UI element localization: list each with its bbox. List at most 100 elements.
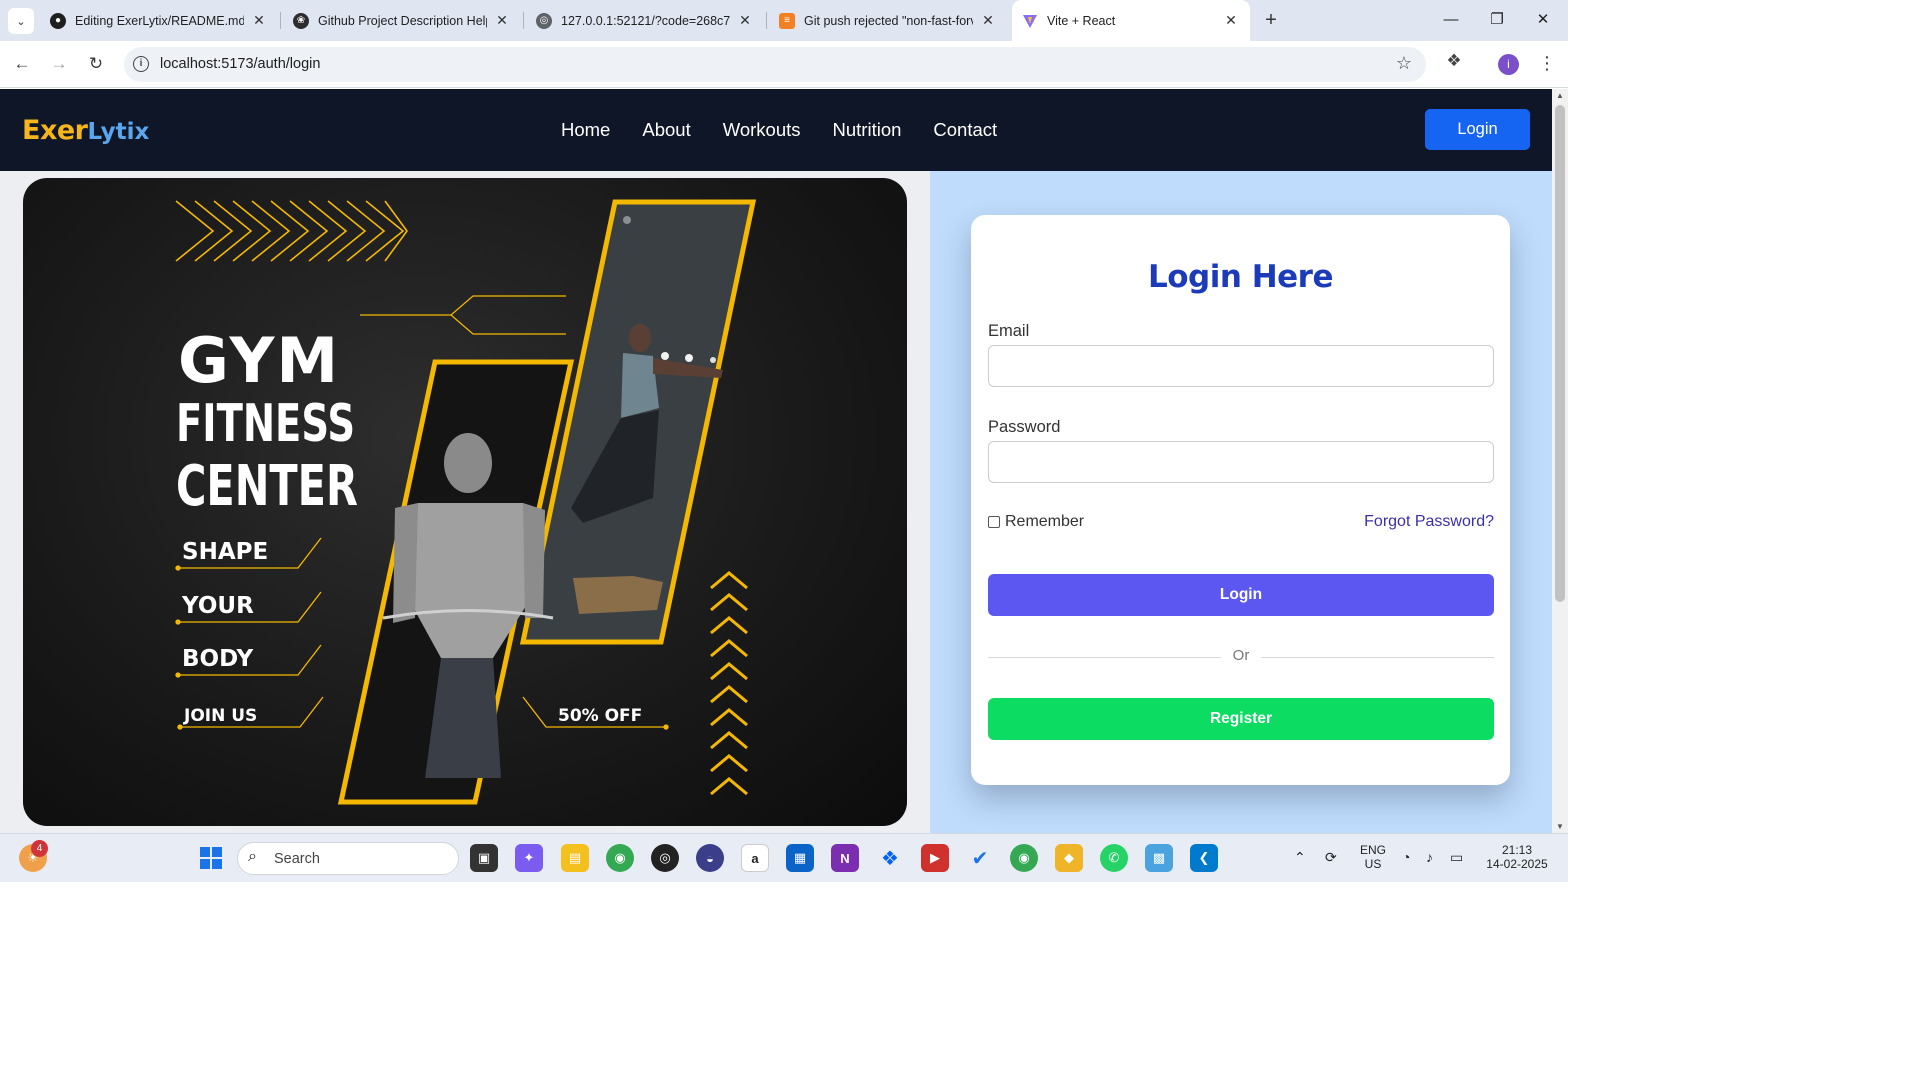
circuit-lines-decoration [360,295,566,335]
sync-icon[interactable]: ⟳ [1325,849,1337,866]
scrollbar-thumb[interactable] [1555,105,1565,602]
browser-tab-4[interactable]: ≡ Git push rejected "non-fast-forv ✕ [769,6,1007,35]
tab-separator [523,12,524,29]
chrome-icon[interactable]: ◉ [606,844,634,872]
task-view-icon[interactable]: ▣ [470,844,498,872]
site-info-icon[interactable]: i [133,56,149,72]
profile-avatar[interactable]: i [1498,54,1519,75]
browser-menu-icon[interactable]: ⋮ [1538,53,1556,74]
dropbox-icon[interactable]: ❖ [876,844,904,872]
browser-tab-1[interactable]: ● Editing ExerLytix/README.md a ✕ [40,6,278,35]
globe-icon: ◎ [536,12,552,29]
poster-tag-shape: SHAPE [182,539,269,565]
new-tab-button[interactable]: + [1259,8,1283,32]
app-diamond-icon[interactable]: ◆ [1055,844,1083,872]
logo-part-lytix: Lytix [87,119,150,145]
wifi-icon[interactable]: ◔ [1402,849,1410,865]
poster-tag-join-us: JOIN US [184,706,258,726]
battery-icon[interactable]: ▭ [1450,849,1463,866]
page-scrollbar[interactable]: ▲ ▼ [1552,89,1568,833]
close-icon[interactable]: ✕ [493,12,511,29]
remember-checkbox-row[interactable]: Remember [988,513,1084,531]
tab-separator [280,12,281,29]
onenote-icon[interactable]: N [831,844,859,872]
forgot-password-link[interactable]: Forgot Password? [1364,513,1494,531]
password-field[interactable] [988,441,1494,483]
password-label: Password [988,418,1061,436]
remember-label: Remember [1005,513,1085,530]
close-icon[interactable]: ✕ [1222,12,1240,29]
windows-taskbar: ☀ 4 ⌕ Search ▣ ✦ ▤ ◉ ◎ ◒ a ▦ N ❖ ▶ ✔ ◉ ◆… [0,833,1568,882]
browser-tab-5-active[interactable]: Vite + React ✕ [1012,0,1250,41]
close-icon[interactable]: ✕ [736,12,754,29]
tab-title: Vite + React [1047,13,1116,28]
tab-title: Editing ExerLytix/README.md a [75,13,244,28]
poster-offer: 50% OFF [558,706,643,726]
register-button[interactable]: Register [988,698,1494,740]
clock-date: 14-02-2025 [1486,857,1548,871]
taskbar-search-box[interactable]: ⌕ Search [237,842,459,875]
nav-link-about[interactable]: About [642,119,690,141]
eclipse-icon[interactable]: ◒ [696,844,724,872]
chrome-profile-icon[interactable]: ◉ [1010,844,1038,872]
keyboard-region: US [1364,857,1382,871]
search-placeholder: Search [274,851,320,867]
nav-link-home[interactable]: Home [561,119,610,141]
or-divider: Or [988,647,1494,667]
bookmark-star-icon[interactable]: ☆ [1396,53,1412,74]
volume-icon[interactable]: ♪ [1426,849,1433,865]
stackoverflow-icon: ≡ [779,12,795,29]
divider-line-right [1261,657,1494,658]
language-indicator[interactable]: ENG US [1356,843,1390,871]
tab-search-button[interactable]: ⌄ [8,8,34,34]
clock-time: 21:13 [1501,843,1533,857]
url-text[interactable]: localhost:5173/auth/login [160,56,320,72]
tab-title: 127.0.0.1:52121/?code=268c70 [561,13,730,28]
nav-login-button[interactable]: Login [1425,109,1530,150]
gym-poster-image: GYM FITNESS CENTER SHAPE YOUR BODY JOIN … [23,178,907,826]
nav-link-nutrition[interactable]: Nutrition [833,119,902,141]
hero-image-panel: GYM FITNESS CENTER SHAPE YOUR BODY JOIN … [0,171,930,833]
login-panel: Login Here Email Password Remember Forgo… [930,171,1552,833]
language-code: ENG [1359,843,1386,857]
windows-start-icon[interactable] [197,844,225,872]
chatgpt-icon: ❀ [293,12,309,29]
url-omnibox[interactable]: i localhost:5173/auth/login ☆ [124,47,1426,82]
vscode-icon[interactable]: ❮ [1190,844,1218,872]
scroll-up-icon[interactable]: ▲ [1555,91,1565,100]
scroll-down-icon[interactable]: ▼ [1555,822,1565,831]
restore-icon[interactable]: ❐ [1474,0,1520,41]
back-arrow-icon[interactable]: ← [9,51,35,77]
window-close-icon[interactable]: ✕ [1520,0,1566,41]
copilot-icon[interactable]: ✦ [515,844,543,872]
login-card: Login Here Email Password Remember Forgo… [971,215,1510,785]
remember-checkbox[interactable] [988,516,1000,528]
nav-link-contact[interactable]: Contact [933,119,997,141]
browser-tab-2[interactable]: ❀ Github Project Description Help ✕ [283,6,521,35]
close-icon[interactable]: ✕ [250,12,268,29]
microsoft-store-icon[interactable]: ▦ [786,844,814,872]
email-field[interactable] [988,345,1494,387]
reload-icon[interactable]: ↻ [83,51,109,77]
forward-arrow-icon[interactable]: → [46,51,72,77]
login-submit-button[interactable]: Login [988,574,1494,616]
login-title: Login Here [1147,259,1334,295]
whatsapp-icon[interactable]: ✆ [1100,844,1128,872]
file-explorer-icon[interactable]: ▤ [561,844,589,872]
tray-chevron-up-icon[interactable]: ⌃ [1294,849,1306,866]
close-icon[interactable]: ✕ [979,12,997,29]
poster-tag-your: YOUR [182,593,254,619]
control-panel-icon[interactable]: ▩ [1145,844,1173,872]
nav-link-workouts[interactable]: Workouts [723,119,801,141]
extensions-puzzle-icon[interactable]: ❖ [1443,51,1465,73]
address-bar-row: ← → ↻ i localhost:5173/auth/login ☆ [0,41,1568,88]
site-logo[interactable]: ExerLytix [22,115,149,146]
clock[interactable]: 21:13 14-02-2025 [1478,843,1556,871]
media-player-icon[interactable]: ▶ [921,844,949,872]
todo-check-icon[interactable]: ✔ [966,844,994,872]
amazon-icon[interactable]: a [741,844,769,872]
minimize-icon[interactable]: — [1428,0,1474,41]
poster-tag-body: BODY [182,646,254,672]
browser-tab-3[interactable]: ◎ 127.0.0.1:52121/?code=268c70 ✕ [526,6,764,35]
obs-icon[interactable]: ◎ [651,844,679,872]
